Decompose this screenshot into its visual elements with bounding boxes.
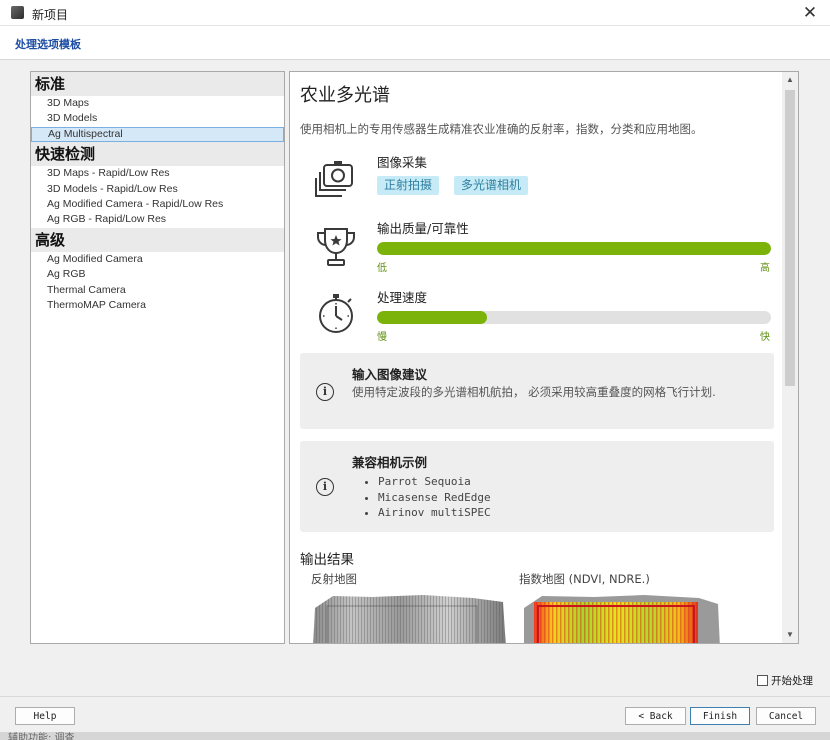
quality-low-label: 低 [377,263,387,274]
cancel-button[interactable]: Cancel [756,707,816,725]
reflectance-map-label: 反射地图 [311,572,357,586]
template-item-ag-multispectral[interactable]: Ag Multispectral [31,126,284,143]
quality-label: 输出质量/可靠性 [377,221,469,236]
start-processing-checkbox[interactable] [757,675,768,686]
help-button[interactable]: Help [15,707,75,725]
speed-high-label: 快 [760,332,770,343]
tag-multispectral: 多光谱相机 [454,176,529,195]
index-map-image [524,595,720,643]
template-item-ag-rgb-rapid[interactable]: Ag RGB - Rapid/Low Res [31,212,284,227]
index-map-label: 指数地图 (NDVI, NDRE.) [519,572,650,586]
info-icon: i [316,478,334,496]
template-item-ag-modified[interactable]: Ag Modified Camera [31,252,284,267]
start-processing-option[interactable]: 开始处理 [757,673,813,688]
section-advanced: 高级 Ag Modified Camera Ag RGB Thermal Cam… [31,227,284,314]
input-advice-text: 使用特定波段的多光谱相机航拍， 必须采用较高重叠度的网格飞行计划. [352,385,716,399]
template-item-ag-rgb[interactable]: Ag RGB [31,267,284,282]
template-detail-panel: 农业多光谱 使用相机上的专用传感器生成精准农业准确的反射率，指数，分类和应用地图… [289,71,799,644]
speed-bar-fill [377,311,488,324]
camera-list: Parrot Sequoia Micasense RedEdge Airinov… [378,474,491,521]
photos-icon [315,161,353,197]
template-item-3d-maps[interactable]: 3D Maps [31,96,284,111]
template-item-3d-models-rapid[interactable]: 3D Models - Rapid/Low Res [31,182,284,197]
dialog-header: 处理选项模板 [0,26,830,60]
scroll-up-arrow-icon[interactable]: ▲ [782,72,798,88]
speed-label: 处理速度 [377,290,428,305]
template-item-thermal[interactable]: Thermal Camera [31,283,284,298]
window-title: 新项目 [32,8,69,22]
input-advice-title: 输入图像建议 [352,367,428,382]
tag-ortho: 正射拍摄 [377,176,440,195]
template-list: 标准 3D Maps 3D Models Ag Multispectral 快速… [30,71,285,644]
start-processing-label: 开始处理 [771,675,813,687]
quality-high-label: 高 [760,263,770,274]
speed-bar [377,311,771,324]
cameras-title: 兼容相机示例 [352,455,428,470]
section-title: 标准 [31,72,284,96]
outputs-title: 输出结果 [300,552,354,568]
template-item-thermomap[interactable]: ThermoMAP Camera [31,298,284,313]
taskbar-fragment: 辅助功能: 调查 [0,732,830,740]
cameras-box: i 兼容相机示例 Parrot Sequoia Micasense RedEdg… [300,441,774,532]
close-button[interactable]: ✕ [790,0,830,26]
info-icon: i [316,383,334,401]
app-icon [11,6,24,19]
trophy-icon [317,228,355,266]
section-rapid: 快速检测 3D Maps - Rapid/Low Res 3D Models -… [31,142,284,228]
quality-bar [377,242,771,255]
scroll-down-arrow-icon[interactable]: ▼ [782,627,798,643]
footer-divider [0,696,830,697]
capture-label: 图像采集 [377,155,428,170]
camera-item: Micasense RedEdge [378,490,491,506]
template-item-3d-models[interactable]: 3D Models [31,111,284,126]
finish-button[interactable]: Finish [690,707,750,725]
detail-description: 使用相机上的专用传感器生成精准农业准确的反射率，指数，分类和应用地图。 [300,122,703,136]
section-standard: 标准 3D Maps 3D Models Ag Multispectral [31,72,284,143]
camera-item: Airinov multiSPEC [378,505,491,521]
input-advice-box: i 输入图像建议 使用特定波段的多光谱相机航拍， 必须采用较高重叠度的网格飞行计… [300,353,774,429]
template-item-ag-modified-rapid[interactable]: Ag Modified Camera - Rapid/Low Res [31,197,284,212]
stopwatch-icon [319,294,353,333]
taskbar-text: 辅助功能: 调查 [8,733,75,740]
feature-image-capture: 图像采集 正射拍摄 多光谱相机 [300,152,774,202]
template-heading: 处理选项模板 [15,38,81,51]
section-title: 高级 [31,227,284,252]
reflectance-map-image [313,595,506,643]
feature-quality: 输出质量/可靠性 低 高 [300,218,774,274]
section-title: 快速检测 [31,142,284,167]
camera-item: Parrot Sequoia [378,474,491,490]
detail-scrollbar[interactable]: ▲ ▼ [782,72,798,643]
scroll-thumb[interactable] [785,90,795,386]
quality-bar-fill [377,242,771,255]
back-button[interactable]: < Back [625,707,686,725]
speed-low-label: 慢 [377,332,387,343]
window-titlebar: 新项目 ✕ [0,0,830,26]
feature-speed: 处理速度 慢 快 [300,287,774,343]
detail-title: 农业多光谱 [300,85,390,106]
template-item-3d-maps-rapid[interactable]: 3D Maps - Rapid/Low Res [31,166,284,181]
